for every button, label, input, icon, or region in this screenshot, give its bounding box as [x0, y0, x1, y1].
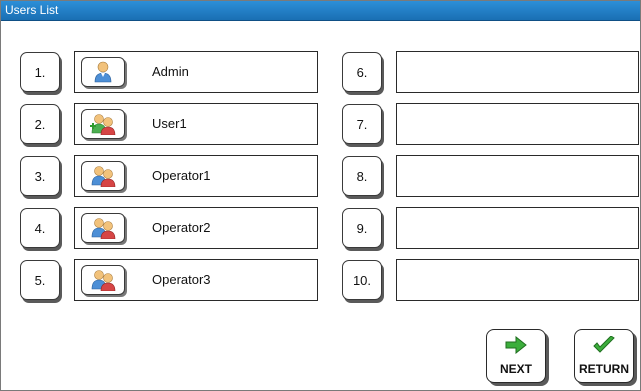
operator-icon	[91, 166, 116, 187]
next-button[interactable]: NEXT	[486, 329, 546, 383]
user-slot-2-name: User1	[152, 116, 187, 131]
user-slot-8-button[interactable]: 8.	[342, 156, 382, 196]
operator-icon	[91, 218, 116, 239]
user-slot-1-icon-button[interactable]	[81, 57, 125, 87]
user-slot-4-button[interactable]: 4.	[20, 208, 60, 248]
title-bar: Users List	[1, 1, 640, 21]
user-slot-9-button[interactable]: 9.	[342, 208, 382, 248]
next-arrow-icon	[505, 335, 527, 355]
users-list-window: Users List 1. Admin 2. User1 3. Operator…	[0, 0, 641, 391]
user-slot-6-button[interactable]: 6.	[342, 52, 382, 92]
user-slot-3-field[interactable]: Operator1	[74, 155, 318, 197]
user-slot-4-icon-button[interactable]	[81, 213, 125, 243]
user-slot-7-button[interactable]: 7.	[342, 104, 382, 144]
user-slot-5-icon-button[interactable]	[81, 265, 125, 295]
user-slot-3-name: Operator1	[152, 168, 211, 183]
user-slot-5-field[interactable]: Operator3	[74, 259, 318, 301]
operator-icon	[91, 270, 116, 291]
next-label: NEXT	[499, 362, 532, 376]
return-button[interactable]: RETURN	[574, 329, 634, 383]
user-slot-10-field[interactable]	[396, 259, 639, 301]
user-slot-2-field[interactable]: User1	[74, 103, 318, 145]
user-group-add-icon	[90, 114, 116, 135]
user-slot-9-field[interactable]	[396, 207, 639, 249]
user-slot-2-icon-button[interactable]	[81, 109, 125, 139]
window-title: Users List	[5, 3, 59, 17]
user-slot-3-button[interactable]: 3.	[20, 156, 60, 196]
user-slot-5-button[interactable]: 5.	[20, 260, 60, 300]
user-slot-1-button[interactable]: 1.	[20, 52, 60, 92]
user-slot-5-name: Operator3	[152, 272, 211, 287]
user-slot-1-name: Admin	[152, 64, 189, 79]
user-slot-1-field[interactable]: Admin	[74, 51, 318, 93]
return-label: RETURN	[579, 362, 629, 376]
admin-user-icon	[94, 61, 112, 83]
user-slot-10-button[interactable]: 10.	[342, 260, 382, 300]
user-slot-3-icon-button[interactable]	[81, 161, 125, 191]
user-slot-8-field[interactable]	[396, 155, 639, 197]
user-slot-2-button[interactable]: 2.	[20, 104, 60, 144]
user-slot-6-field[interactable]	[396, 51, 639, 93]
user-slot-7-field[interactable]	[396, 103, 639, 145]
checkmark-icon	[593, 335, 615, 353]
user-slot-4-name: Operator2	[152, 220, 211, 235]
user-slot-4-field[interactable]: Operator2	[74, 207, 318, 249]
